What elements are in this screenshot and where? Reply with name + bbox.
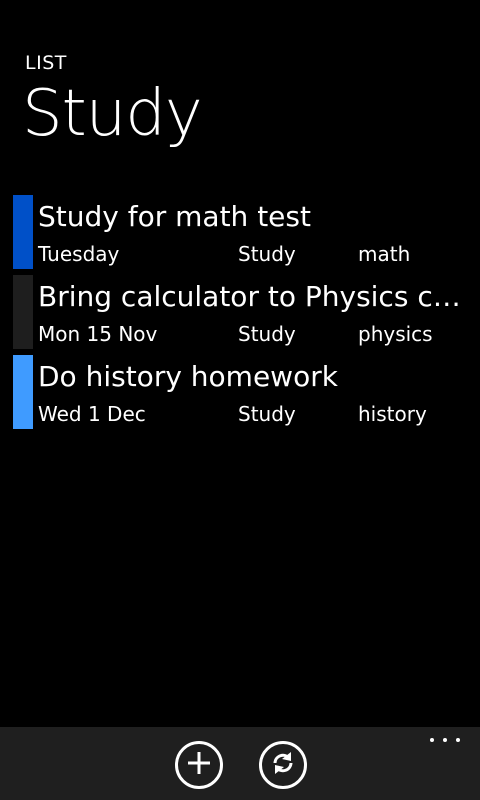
task-date: Mon 15 Nov	[38, 322, 158, 346]
task-date: Wed 1 Dec	[38, 402, 146, 426]
task-title: Do history homework	[38, 360, 338, 393]
section-label: LIST	[25, 52, 67, 74]
task-title: Study for math test	[38, 200, 311, 233]
task-date: Tuesday	[38, 242, 120, 266]
page-title: Study	[22, 77, 203, 151]
task-color-bar	[13, 275, 33, 349]
task-item[interactable]: Study for math test Tuesday Study math	[13, 195, 480, 269]
task-item[interactable]: Bring calculator to Physics cl... Mon 15…	[13, 275, 480, 349]
ellipsis-icon	[430, 738, 434, 742]
ellipsis-icon	[443, 738, 447, 742]
task-color-bar	[13, 195, 33, 269]
task-list-name: Study	[238, 242, 296, 266]
task-tag: math	[358, 242, 411, 266]
more-options-button[interactable]	[430, 733, 460, 747]
sync-icon	[269, 749, 297, 781]
task-title: Bring calculator to Physics cl...	[38, 280, 463, 313]
task-item[interactable]: Do history homework Wed 1 Dec Study hist…	[13, 355, 480, 429]
task-list-name: Study	[238, 402, 296, 426]
task-tag: history	[358, 402, 427, 426]
task-color-bar	[13, 355, 33, 429]
task-list: Study for math test Tuesday Study math B…	[13, 195, 480, 435]
app-bar	[0, 727, 480, 800]
task-tag: physics	[358, 322, 433, 346]
add-button[interactable]	[175, 741, 223, 789]
task-list-name: Study	[238, 322, 296, 346]
sync-button[interactable]	[259, 741, 307, 789]
ellipsis-icon	[456, 738, 460, 742]
plus-icon	[185, 749, 213, 781]
